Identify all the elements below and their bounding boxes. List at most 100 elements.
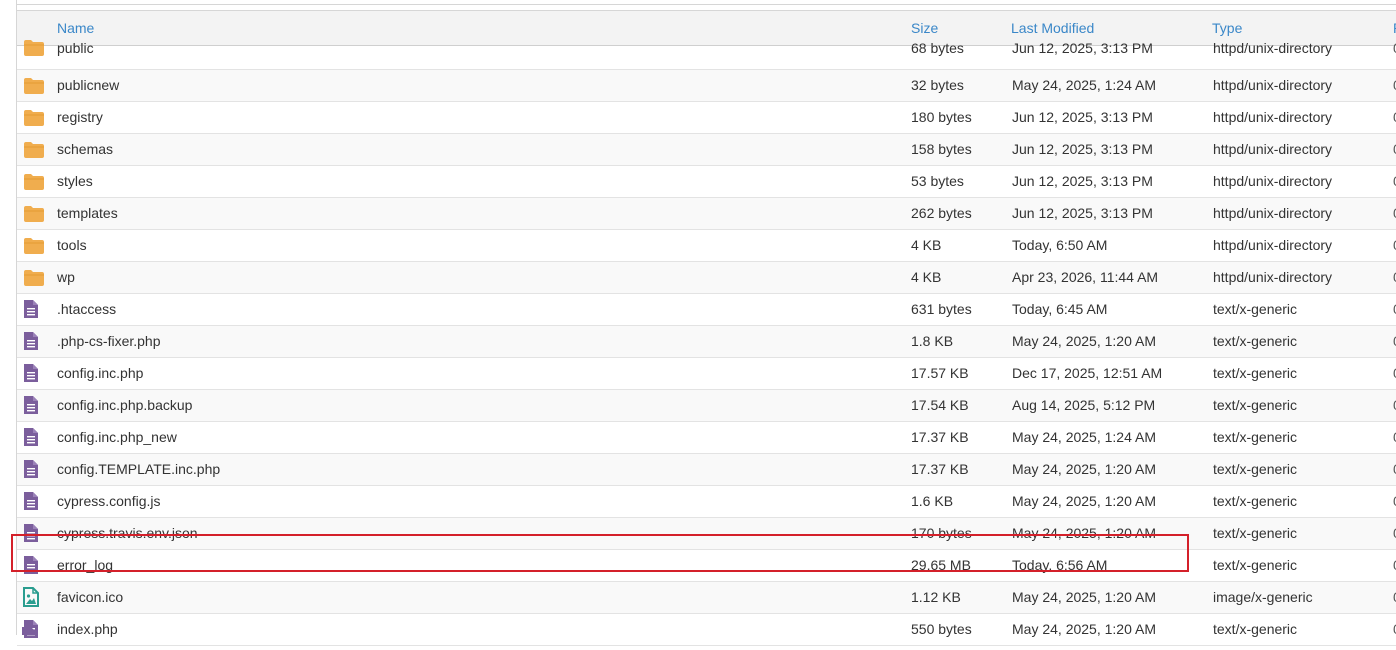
file-row[interactable]: cypress.travis.env.json 170 bytes May 24, … [17, 518, 1396, 550]
file-last-modified: Today, 6:56 AM [1012, 557, 1108, 573]
file-type: text/x-generic [1213, 621, 1298, 637]
file-name[interactable]: tools [57, 230, 87, 261]
file-row[interactable]: index.php 550 bytes May 24, 2025, 1:20 AM t… [17, 614, 1396, 646]
file-size: 170 bytes [911, 525, 972, 541]
file-size: 550 bytes [911, 621, 972, 637]
file-size: 17.37 KB [911, 461, 969, 477]
file-type: httpd/unix-directory [1213, 173, 1333, 189]
file-last-modified: May 24, 2025, 1:20 AM [1012, 525, 1156, 541]
file-last-modified: Today, 6:45 AM [1012, 301, 1108, 317]
file-name[interactable]: .php-cs-fixer.php [57, 326, 161, 357]
file-last-modified: Jun 12, 2025, 3:13 PM [1012, 109, 1153, 125]
file-size: 1.6 KB [911, 493, 954, 509]
file-name[interactable]: wp [57, 262, 75, 293]
file-name[interactable]: config.TEMPLATE.inc.php [57, 454, 220, 485]
file-type: text/x-generic [1213, 365, 1298, 381]
file-name[interactable]: cypress.travis.env.json [57, 518, 198, 549]
file-name[interactable]: cypress.config.js [57, 486, 160, 517]
file-name[interactable]: config.inc.php.backup [57, 390, 192, 421]
file-type: httpd/unix-directory [1213, 205, 1333, 221]
file-last-modified: May 24, 2025, 1:20 AM [1012, 461, 1156, 477]
file-list: public 68 bytes Jun 12, 2025, 3:13 PM httpd… [17, 39, 1396, 646]
file-row[interactable]: config.inc.php.backup 17.54 KB Aug 14, 202… [17, 390, 1396, 422]
file-size: 158 bytes [911, 141, 972, 157]
file-name[interactable]: favicon.ico [57, 582, 123, 613]
file-size: 17.37 KB [911, 429, 969, 445]
file-last-modified: Jun 12, 2025, 3:13 PM [1012, 205, 1153, 221]
file-last-modified: Aug 14, 2025, 5:12 PM [1012, 397, 1156, 413]
file-name[interactable]: config.inc.php [57, 358, 143, 389]
file-name[interactable]: registry [57, 102, 103, 133]
file-type: text/x-generic [1213, 301, 1298, 317]
file-size: 1.8 KB [911, 333, 954, 349]
file-type: httpd/unix-directory [1213, 141, 1333, 157]
file-name[interactable]: index.php [57, 614, 118, 645]
file-name[interactable]: config.inc.php_new [57, 422, 177, 453]
file-size: 29.65 MB [911, 557, 971, 573]
file-row[interactable]: registry 180 bytes Jun 12, 2025, 3:13 PM ht… [17, 102, 1396, 134]
file-type: text/x-generic [1213, 525, 1298, 541]
file-row[interactable]: publicnew 32 bytes May 24, 2025, 1:24 AM ht… [17, 70, 1396, 102]
file-row[interactable]: schemas 158 bytes Jun 12, 2025, 3:13 PM htt… [17, 134, 1396, 166]
file-type: text/x-generic [1213, 493, 1298, 509]
file-type: httpd/unix-directory [1213, 109, 1333, 125]
file-row[interactable]: templates 262 bytes Jun 12, 2025, 3:13 PM h… [17, 198, 1396, 230]
file-size: 180 bytes [911, 109, 972, 125]
file-size: 17.57 KB [911, 365, 969, 381]
next-row-icon-partial [21, 626, 41, 635]
file-last-modified: May 24, 2025, 1:20 AM [1012, 333, 1156, 349]
file-type: httpd/unix-directory [1213, 269, 1333, 285]
file-name[interactable]: styles [57, 166, 93, 197]
toolbar-edge [17, 0, 1396, 5]
file-last-modified: Jun 12, 2025, 3:13 PM [1012, 141, 1153, 157]
file-row[interactable]: .htaccess 631 bytes Today, 6:45 AM text/x-g… [17, 294, 1396, 326]
file-row[interactable]: wp 4 KB Apr 23, 2026, 11:44 AM httpd/unix-d… [17, 262, 1396, 294]
file-name[interactable]: templates [57, 198, 118, 229]
file-size: 631 bytes [911, 301, 972, 317]
file-last-modified: Today, 6:50 AM [1012, 237, 1108, 253]
folder-icon [23, 39, 45, 61]
file-size: 17.54 KB [911, 397, 969, 413]
file-last-modified: May 24, 2025, 1:20 AM [1012, 493, 1156, 509]
file-row[interactable]: config.inc.php 17.57 KB Dec 17, 2025, 12:5… [17, 358, 1396, 390]
file-type: text/x-generic [1213, 333, 1298, 349]
file-last-modified: Jun 12, 2025, 3:13 PM [1012, 40, 1153, 56]
file-type: httpd/unix-directory [1213, 77, 1333, 93]
file-size: 262 bytes [911, 205, 972, 221]
file-type: httpd/unix-directory [1213, 237, 1333, 253]
file-type: text/x-generic [1213, 429, 1298, 445]
file-type: text/x-generic [1213, 557, 1298, 573]
file-size: 53 bytes [911, 173, 964, 189]
file-name[interactable]: schemas [57, 134, 113, 165]
file-row[interactable]: .php-cs-fixer.php 1.8 KB May 24, 2025, 1:2… [17, 326, 1396, 358]
file-type: image/x-generic [1213, 589, 1313, 605]
file-name[interactable]: error_log [57, 550, 113, 581]
file-last-modified: May 24, 2025, 1:24 AM [1012, 77, 1156, 93]
file-row[interactable]: public 68 bytes Jun 12, 2025, 3:13 PM httpd… [17, 39, 1396, 70]
file-row[interactable]: config.inc.php_new 17.37 KB May 24, 2025, … [17, 422, 1396, 454]
file-type: text/x-generic [1213, 461, 1298, 477]
file-type: httpd/unix-directory [1213, 40, 1333, 56]
file-size: 4 KB [911, 237, 942, 253]
file-last-modified: Jun 12, 2025, 3:13 PM [1012, 173, 1153, 189]
file-row[interactable]: tools 4 KB Today, 6:50 AM httpd/unix-direct… [17, 230, 1396, 262]
file-row[interactable]: config.TEMPLATE.inc.php 17.37 KB May 24, 2… [17, 454, 1396, 486]
file-size: 1.12 KB [911, 589, 961, 605]
file-size: 32 bytes [911, 77, 964, 93]
file-row[interactable]: error_log 29.65 MB Today, 6:56 AM text/x-ge… [17, 550, 1396, 582]
file-last-modified: May 24, 2025, 1:24 AM [1012, 429, 1156, 445]
file-name[interactable]: .htaccess [57, 294, 116, 325]
file-last-modified: Dec 17, 2025, 12:51 AM [1012, 365, 1163, 381]
file-row[interactable]: cypress.config.js 1.6 KB May 24, 2025, 1:2… [17, 486, 1396, 518]
file-last-modified: May 24, 2025, 1:20 AM [1012, 621, 1156, 637]
file-type: text/x-generic [1213, 397, 1298, 413]
file-size: 4 KB [911, 269, 942, 285]
file-manager-panel: Name Size Last Modified Type P public68 … [16, 0, 1396, 646]
file-name[interactable]: public [57, 39, 94, 69]
file-row[interactable]: styles 53 bytes Jun 12, 2025, 3:13 PM httpd… [17, 166, 1396, 198]
file-row[interactable]: favicon.ico 1.12 KB May 24, 2025, 1:20 AM i… [17, 582, 1396, 614]
file-size: 68 bytes [911, 40, 964, 56]
file-last-modified: May 24, 2025, 1:20 AM [1012, 589, 1156, 605]
file-last-modified: Apr 23, 2026, 11:44 AM [1012, 269, 1159, 285]
file-name[interactable]: publicnew [57, 70, 119, 101]
